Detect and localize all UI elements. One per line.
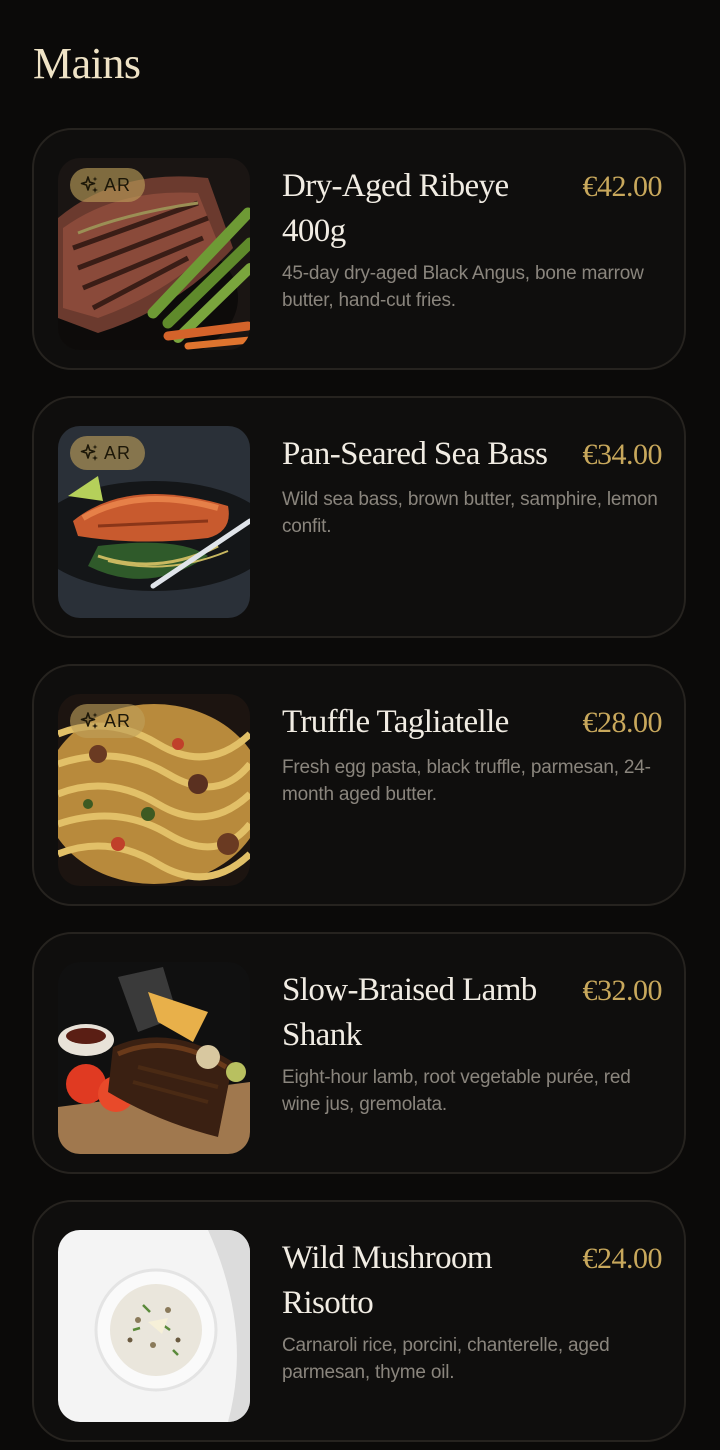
ar-label: AR bbox=[104, 174, 132, 195]
dish-name: Truffle Tagliatelle bbox=[282, 704, 509, 740]
dish-price: €28.00 bbox=[582, 706, 663, 739]
dish-photo[interactable]: AR bbox=[58, 158, 250, 350]
dish-description: Fresh egg pasta, black truffle, parmesan… bbox=[282, 757, 651, 805]
dish-photo[interactable]: AR bbox=[58, 426, 250, 618]
dish-price: €42.00 bbox=[582, 170, 663, 203]
dish-name: Pan-Seared Sea Bass bbox=[282, 436, 548, 472]
dish-price: €24.00 bbox=[582, 1242, 663, 1275]
ar-view-button[interactable]: AR bbox=[70, 704, 146, 738]
dish-photo[interactable] bbox=[58, 1230, 250, 1422]
section-title: Mains bbox=[33, 39, 141, 88]
menu-item-card[interactable]: AR Truffle Tagliatelle €28.00 Fresh egg … bbox=[32, 664, 686, 906]
dish-photo[interactable] bbox=[58, 962, 250, 1154]
ar-sparkle-icon bbox=[80, 176, 98, 193]
ar-view-button[interactable]: AR bbox=[70, 168, 146, 202]
ar-label: AR bbox=[104, 710, 132, 731]
dish-name: Dry-Aged Ribeye 400g bbox=[282, 168, 509, 249]
dish-name: Slow-Braised Lamb Shank bbox=[282, 972, 537, 1053]
menu-item-card[interactable]: AR Dry-Aged Ribeye 400g €42.00 45-day dr… bbox=[32, 128, 686, 370]
dish-description: Eight-hour lamb, root vegetable purée, r… bbox=[282, 1067, 631, 1115]
dish-photo[interactable]: AR bbox=[58, 694, 250, 886]
dish-description: Wild sea bass, brown butter, samphire, l… bbox=[282, 489, 658, 537]
dish-price: €34.00 bbox=[582, 438, 663, 471]
ar-label: AR bbox=[104, 442, 132, 463]
dish-description: Carnaroli rice, porcini, chanterelle, ag… bbox=[282, 1335, 610, 1383]
dish-name: Wild Mushroom Risotto bbox=[282, 1240, 493, 1321]
menu-item-card[interactable]: Slow-Braised Lamb Shank €32.00 Eight-hou… bbox=[32, 932, 686, 1174]
menu-item-card[interactable]: AR Pan-Seared Sea Bass €34.00 Wild sea b… bbox=[32, 396, 686, 638]
ar-sparkle-icon bbox=[80, 712, 98, 729]
menu-item-card[interactable]: Wild Mushroom Risotto €24.00 Carnaroli r… bbox=[32, 1200, 686, 1442]
dish-price: €32.00 bbox=[582, 974, 663, 1007]
ar-sparkle-icon bbox=[80, 444, 98, 461]
ar-view-button[interactable]: AR bbox=[70, 436, 146, 470]
dish-description: 45-day dry-aged Black Angus, bone marrow… bbox=[282, 263, 644, 311]
